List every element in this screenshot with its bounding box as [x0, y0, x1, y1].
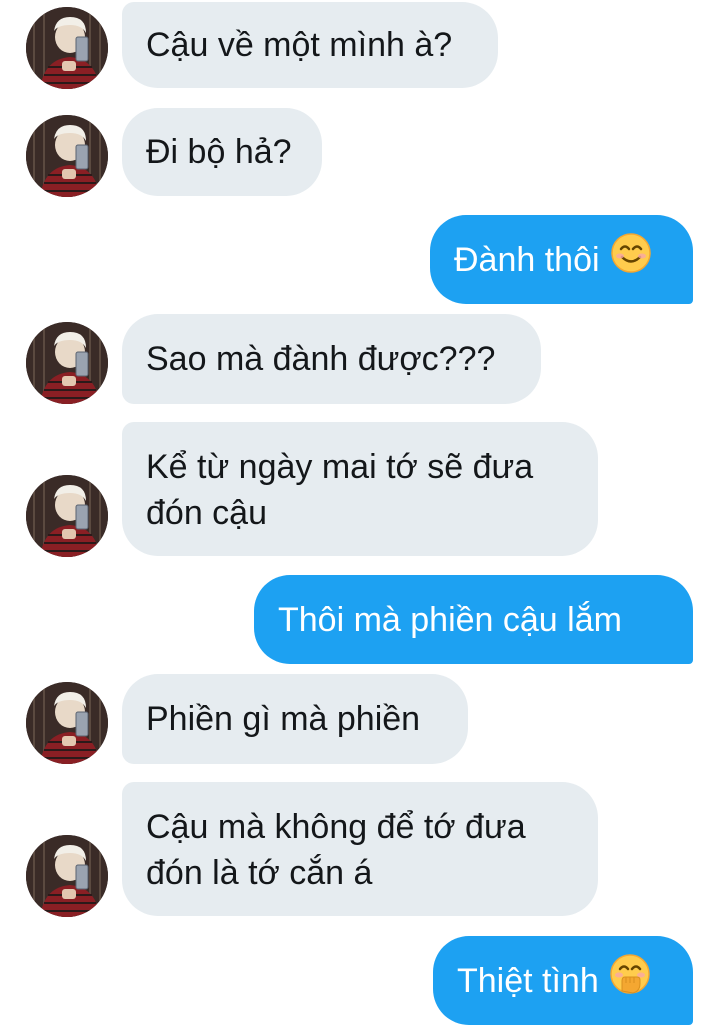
incoming-message-bubble[interactable]: Cậu mà không để tớ đưa đón là tớ cắn á — [122, 782, 598, 916]
contact-avatar[interactable] — [26, 835, 108, 917]
contact-avatar[interactable] — [26, 682, 108, 764]
profile-photo — [26, 322, 108, 404]
profile-photo — [26, 475, 108, 557]
message-text-line: đón là tớ cắn á — [146, 854, 373, 892]
contact-avatar[interactable] — [26, 115, 108, 197]
message-text: Cậu về một mình à? — [146, 26, 453, 64]
incoming-message-bubble[interactable]: Đi bộ hả? — [122, 108, 322, 196]
message-text: Thôi mà phiền cậu lắm — [278, 601, 622, 639]
profile-photo — [26, 835, 108, 917]
message-text: Phiền gì mà phiền — [146, 700, 421, 738]
message-text-line: đón cậu — [146, 494, 267, 532]
message-text: Đành thôi — [454, 241, 600, 279]
outgoing-message-bubble[interactable]: Đành thôi — [430, 215, 693, 304]
outgoing-message-bubble[interactable]: Thiệt tình — [433, 936, 693, 1025]
incoming-message-bubble[interactable]: Cậu về một mình à? — [122, 2, 498, 88]
profile-photo — [26, 115, 108, 197]
message-text-line: Kể từ ngày mai tớ sẽ đưa — [146, 448, 534, 486]
profile-photo — [26, 682, 108, 764]
contact-avatar[interactable] — [26, 7, 108, 89]
outgoing-message-bubble[interactable]: Thôi mà phiền cậu lắm — [254, 575, 693, 664]
incoming-message-bubble[interactable]: Kể từ ngày mai tớ sẽ đưa đón cậu — [122, 422, 598, 556]
message-text: Thiệt tình — [457, 962, 599, 1000]
incoming-message-bubble[interactable]: Phiền gì mà phiền — [122, 674, 468, 764]
profile-photo — [26, 7, 108, 89]
contact-avatar[interactable] — [26, 475, 108, 557]
face-with-hand-over-mouth-emoji — [609, 953, 651, 1007]
message-text: Sao mà đành được??? — [146, 340, 496, 378]
smiling-face-emoji — [610, 232, 652, 286]
message-text-line: Cậu mà không để tớ đưa — [146, 808, 526, 846]
incoming-message-bubble[interactable]: Sao mà đành được??? — [122, 314, 541, 404]
contact-avatar[interactable] — [26, 322, 108, 404]
message-text: Đi bộ hả? — [146, 133, 292, 171]
